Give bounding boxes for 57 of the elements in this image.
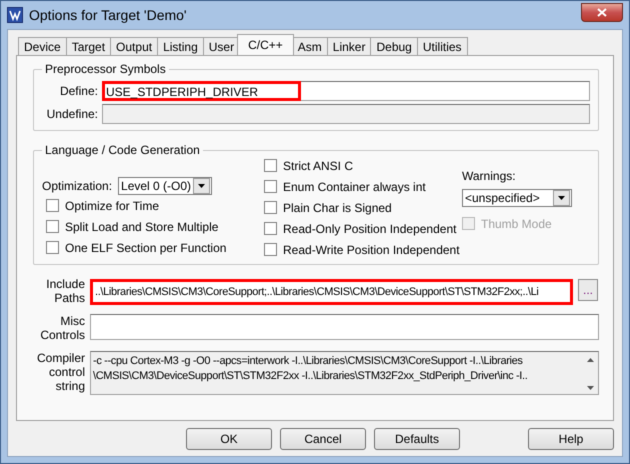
tab[interactable]: C/C++ [237, 34, 294, 55]
group-title: Language / Code Generation [44, 143, 201, 157]
checkbox-label: Split Load and Store Multiple [65, 220, 218, 234]
close-button[interactable] [581, 2, 623, 22]
checkbox-label: Enum Container always int [283, 180, 426, 194]
dialog-button[interactable]: Cancel [280, 428, 366, 450]
tab[interactable]: Asm [292, 37, 328, 55]
checkbox[interactable] [46, 241, 59, 254]
checkbox[interactable] [264, 222, 277, 235]
field-label: Define: [58, 84, 98, 98]
field-label: Optimization: [42, 179, 112, 193]
field-label: Undefine: [46, 107, 98, 121]
dropdown-arrow-icon [198, 184, 206, 188]
checkbox[interactable] [264, 180, 277, 193]
tab[interactable]: Linker [326, 37, 372, 55]
dialog-button[interactable]: Defaults [374, 428, 460, 450]
checkbox[interactable] [264, 201, 277, 214]
field-label: Include Paths [45, 277, 85, 305]
field-label: Compiler control string [36, 351, 85, 393]
checkbox-label: Read-Only Position Independent [283, 222, 456, 236]
tab[interactable]: Debug [370, 37, 418, 55]
scroll-up-icon[interactable] [586, 358, 594, 362]
app-icon [7, 7, 23, 23]
tab[interactable]: Utilities [416, 37, 468, 55]
browse-button[interactable]: ... [578, 279, 598, 301]
dropdown-arrow-icon [558, 196, 565, 200]
checkbox-label: Plain Char is Signed [283, 200, 392, 214]
define-field[interactable]: USE_STDPERIPH_DRIVER [102, 81, 590, 101]
checkbox-label: Read-Write Position Independent [283, 242, 460, 256]
tab[interactable]: Target [66, 37, 112, 55]
compiler-string-line: -c --cpu Cortex-M3 -g -O0 --apcs=interwork -I..\Libraries\CMSIS\CM3\CoreSupport -I..\Libraries [93, 354, 524, 369]
checkbox-label: One ELF Section per Function [65, 240, 226, 254]
checkbox-label: Thumb Mode [481, 216, 552, 230]
compiler-string-line: \CMSIS\CM3\DeviceSupport\ST\STM32F2xx -I..\Libraries\STM32F2xx_StdPeriph_Driver\inc -I.. [93, 369, 528, 384]
misc-controls-field[interactable] [90, 314, 599, 340]
checkbox[interactable] [46, 220, 59, 233]
warnings-dropdown[interactable]: <unspecified> [462, 189, 572, 207]
window-title: Options for Target 'Demo' [29, 7, 187, 23]
checkbox[interactable] [264, 243, 277, 256]
dialog-button[interactable]: OK [186, 428, 272, 450]
field-value: ..\Libraries\CMSIS\CM3\CoreSupport;..\Libraries\CMSIS\CM3\DeviceSupport\ST\STM32F2xx;..\Li [95, 286, 538, 298]
dialog-button[interactable]: Help [528, 428, 614, 450]
include-paths-field[interactable]: ..\Libraries\CMSIS\CM3\CoreSupport;..\Libraries\CMSIS\CM3\DeviceSupport\ST\STM32F2xx;..\Li [90, 279, 573, 305]
tab[interactable]: Device [18, 37, 67, 55]
tab[interactable]: Listing [157, 37, 204, 55]
field-label: Warnings: [462, 169, 517, 183]
field-value: USE_STDPERIPH_DRIVER [102, 81, 302, 101]
field-label: Misc Controls [39, 314, 85, 342]
checkbox-label: Optimize for Time [65, 198, 160, 212]
optimization-dropdown[interactable]: Level 0 (-O0) [118, 177, 212, 195]
scroll-down-icon[interactable] [586, 386, 594, 390]
checkbox[interactable] [264, 159, 277, 172]
close-icon [597, 8, 607, 16]
group-title: Preprocessor Symbols [44, 62, 167, 76]
checkbox-label: Strict ANSI C [283, 158, 354, 172]
checkbox[interactable] [46, 199, 59, 212]
tab[interactable]: Output [110, 37, 158, 55]
